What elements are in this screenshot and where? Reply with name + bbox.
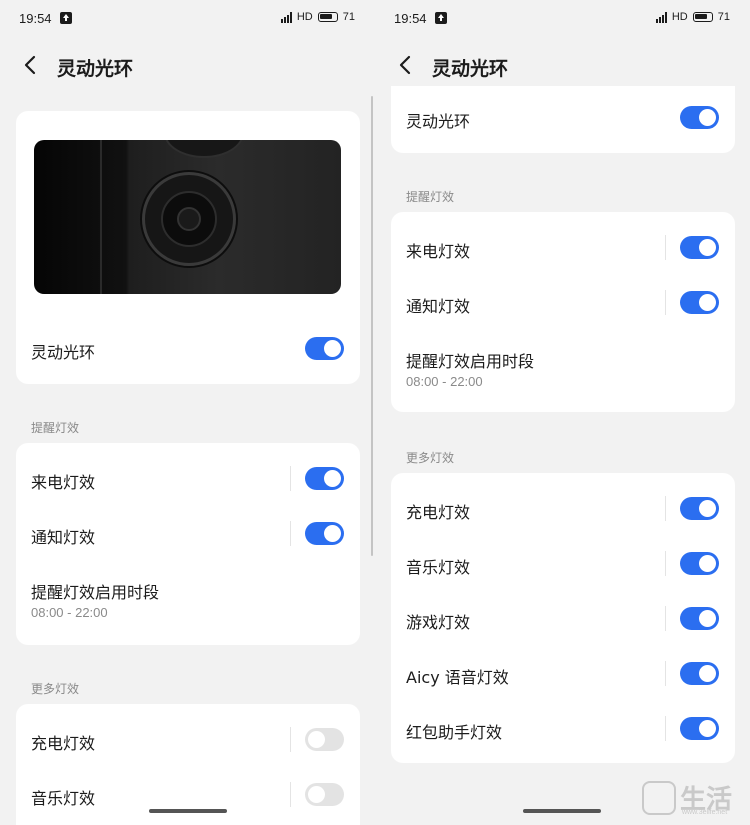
page-title: 灵动光环 (57, 58, 134, 80)
notify-light-toggle[interactable] (305, 522, 344, 545)
list-item-reminder-period[interactable]: 提醒灯效启用时段 08:00 - 22:00 (391, 330, 735, 410)
charge-light-toggle[interactable] (305, 728, 344, 751)
list-item-game-light[interactable]: 游戏灯效 (391, 591, 735, 646)
signal-icon (280, 11, 292, 23)
battery-level: 71 (717, 11, 730, 23)
watermark-icon (642, 781, 676, 815)
list-item-call-light[interactable]: 来电灯效 (391, 220, 735, 275)
list-item-reminder-period[interactable]: 提醒灯效启用时段 08:00 - 22:00 (16, 561, 360, 641)
upload-icon (435, 12, 447, 24)
back-arrow-icon[interactable] (395, 54, 417, 76)
game-light-toggle[interactable] (680, 607, 719, 630)
left-screen: 19:54 HD 71 灵动光环 灵动光环 提醒灯效 来电灯效 通知灯效 提醒灯… (0, 0, 375, 825)
home-indicator[interactable] (523, 809, 601, 813)
more-card: 充电灯效 音乐灯效 游戏灯效 Aicy 语音灯效 红包助手灯效 (391, 473, 735, 763)
list-item-charge-light[interactable]: 充电灯效 (391, 481, 735, 536)
list-item-music-light[interactable]: 音乐灯效 (16, 767, 360, 822)
upload-icon (60, 12, 72, 24)
list-item-aicy-light[interactable]: Aicy 语音灯效 (391, 646, 735, 701)
back-arrow-icon[interactable] (20, 54, 42, 76)
network-type: HD (296, 11, 313, 23)
battery-icon (692, 12, 713, 22)
section-more: 更多灯效 (406, 451, 455, 465)
right-screen: 19:54 HD 71 灵动光环 灵动光环 提醒灯效 来电灯效 通知灯效 提醒灯… (375, 0, 750, 825)
network-type: HD (671, 11, 688, 23)
section-reminder: 提醒灯效 (31, 421, 80, 435)
list-item-redpacket-light[interactable]: 红包助手灯效 (391, 701, 735, 756)
list-item-notify-light[interactable]: 通知灯效 (391, 275, 735, 330)
halo-toggle-row[interactable]: 灵动光环 (391, 90, 735, 145)
section-more: 更多灯效 (31, 682, 80, 696)
list-item-music-light[interactable]: 音乐灯效 (391, 536, 735, 591)
battery-level: 71 (342, 11, 355, 23)
battery-icon (317, 12, 338, 22)
reminder-card: 来电灯效 通知灯效 提醒灯效启用时段 08:00 - 22:00 (391, 212, 735, 412)
notify-light-toggle[interactable] (680, 291, 719, 314)
halo-card: 灵动光环 (16, 111, 360, 384)
redpacket-light-toggle[interactable] (680, 717, 719, 740)
status-bar: 19:54 HD 71 (0, 0, 375, 36)
camera-lens (142, 172, 236, 266)
status-time: 19:54 (19, 11, 52, 26)
scrollbar[interactable] (371, 96, 373, 556)
call-light-toggle[interactable] (680, 236, 719, 259)
list-item-charge-light[interactable]: 充电灯效 (16, 712, 360, 767)
halo-toggle[interactable] (680, 106, 719, 129)
halo-toggle[interactable] (305, 337, 344, 360)
list-item-notify-light[interactable]: 通知灯效 (16, 506, 360, 561)
halo-toggle-row[interactable]: 灵动光环 (16, 321, 360, 376)
music-light-toggle[interactable] (680, 552, 719, 575)
music-light-toggle[interactable] (305, 783, 344, 806)
halo-preview-image (34, 140, 341, 294)
call-light-toggle[interactable] (305, 467, 344, 490)
watermark-logo: 生活 www.3elife.net (642, 779, 746, 819)
list-item-call-light[interactable]: 来电灯效 (16, 451, 360, 506)
signal-icon (655, 11, 667, 23)
aicy-light-toggle[interactable] (680, 662, 719, 685)
more-card: 充电灯效 音乐灯效 (16, 704, 360, 825)
reminder-card: 来电灯效 通知灯效 提醒灯效启用时段 08:00 - 22:00 (16, 443, 360, 645)
home-indicator[interactable] (149, 809, 227, 813)
halo-card: 灵动光环 (391, 86, 735, 153)
page-header: 灵动光环 (0, 46, 375, 86)
status-time: 19:54 (394, 11, 427, 26)
page-header: 灵动光环 (375, 46, 750, 86)
charge-light-toggle[interactable] (680, 497, 719, 520)
status-bar: 19:54 HD 71 (375, 0, 750, 36)
page-title: 灵动光环 (432, 58, 509, 80)
section-reminder: 提醒灯效 (406, 190, 455, 204)
